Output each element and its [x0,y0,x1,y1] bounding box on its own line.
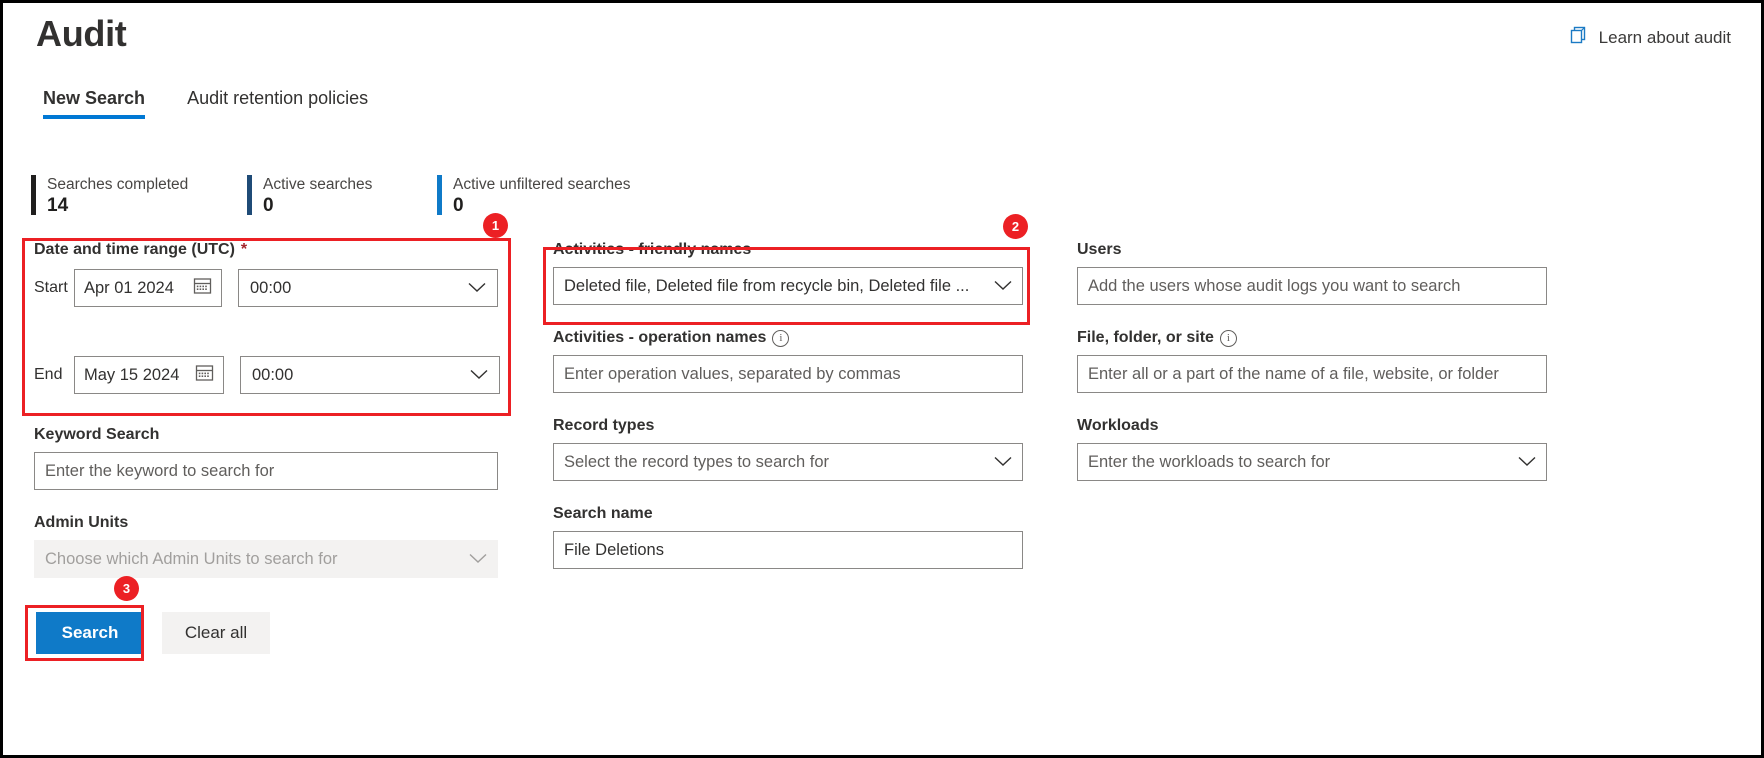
audit-page: Audit Learn about audit New Search Audit… [0,0,1764,758]
keyword-search-label: Keyword Search [34,426,504,444]
chevron-down-icon [461,550,487,569]
end-date-input[interactable]: May 15 2024 [74,356,224,394]
users-label: Users [1077,241,1547,259]
tab-list: New Search Audit retention policies [43,88,368,119]
tab-new-search[interactable]: New Search [43,88,145,119]
file-folder-site-label: File, folder, or site i [1077,329,1547,347]
form-column-middle: Activities - friendly names Deleted file… [553,241,1023,569]
activities-friendly-names-value: Deleted file, Deleted file from recycle … [564,277,969,296]
activities-operation-names-placeholder: Enter operation values, separated by com… [564,365,901,384]
stat-bar [31,175,36,215]
form-column-left: Date and time range (UTC) * Start Apr 01… [34,241,504,578]
info-icon[interactable]: i [772,330,789,347]
stat-bar [247,175,252,215]
chevron-down-icon[interactable] [1510,453,1536,472]
admin-units-placeholder: Choose which Admin Units to search for [45,550,338,569]
file-folder-site-placeholder: Enter all or a part of the name of a fil… [1088,365,1499,384]
start-date-input[interactable]: Apr 01 2024 [74,269,222,307]
record-types-group: Record types Select the record types to … [553,417,1023,481]
record-types-label: Record types [553,417,1023,435]
clear-all-button[interactable]: Clear all [162,612,270,654]
search-name-input[interactable]: File Deletions [553,531,1023,569]
calendar-icon[interactable] [193,276,212,300]
record-types-placeholder: Select the record types to search for [564,453,829,472]
stat-active-unfiltered-searches: Active unfiltered searches 0 [437,175,654,218]
stat-value: 0 [453,194,630,218]
search-name-label: Search name [553,505,1023,523]
stat-bar [437,175,442,215]
keyword-search-input[interactable]: Enter the keyword to search for [34,452,498,490]
workloads-placeholder: Enter the workloads to search for [1088,453,1330,472]
required-asterisk: * [241,241,247,259]
keyword-search-placeholder: Enter the keyword to search for [45,462,274,481]
file-folder-site-input[interactable]: Enter all or a part of the name of a fil… [1077,355,1547,393]
activities-operation-names-group: Activities - operation names i Enter ope… [553,329,1023,393]
start-time-value: 00:00 [250,279,291,298]
workloads-label: Workloads [1077,417,1547,435]
start-date-value: Apr 01 2024 [84,279,174,298]
workloads-select[interactable]: Enter the workloads to search for [1077,443,1547,481]
chevron-down-icon[interactable] [986,453,1012,472]
admin-units-group: Admin Units Choose which Admin Units to … [34,514,504,578]
start-time-select[interactable]: 00:00 [238,269,498,307]
end-time-select[interactable]: 00:00 [240,356,500,394]
file-folder-site-group: File, folder, or site i Enter all or a p… [1077,329,1547,393]
stat-label: Active searches [263,175,372,194]
stat-value: 0 [263,194,372,218]
end-label: End [34,366,74,384]
stat-searches-completed: Searches completed 14 [31,175,247,218]
pages-icon [1568,25,1589,51]
date-range-label: Date and time range (UTC) * [34,241,504,259]
tab-audit-retention-policies[interactable]: Audit retention policies [187,88,368,119]
stat-label: Searches completed [47,175,188,194]
search-name-value: File Deletions [564,541,664,560]
calendar-icon[interactable] [195,363,214,387]
activities-friendly-names-group: Activities - friendly names Deleted file… [553,241,1023,305]
activities-friendly-names-label: Activities - friendly names [553,241,1023,259]
action-buttons: Search Clear all [36,612,270,654]
learn-about-audit-link[interactable]: Learn about audit [1568,25,1731,51]
stats-row: Searches completed 14 Active searches 0 … [31,175,654,218]
activities-operation-names-label: Activities - operation names i [553,329,1023,347]
start-date-row: Start Apr 01 2024 [34,269,504,307]
stat-value: 14 [47,194,188,218]
annotation-badge-3: 3 [114,576,139,601]
date-and-time-range-group: Date and time range (UTC) * Start Apr 01… [34,241,504,401]
users-group: Users Add the users whose audit logs you… [1077,241,1547,305]
users-input[interactable]: Add the users whose audit logs you want … [1077,267,1547,305]
admin-units-select[interactable]: Choose which Admin Units to search for [34,540,498,578]
start-label: Start [34,279,74,297]
stat-label: Active unfiltered searches [453,175,630,194]
search-button[interactable]: Search [36,612,144,654]
chevron-down-icon[interactable] [470,366,488,385]
users-placeholder: Add the users whose audit logs you want … [1088,277,1460,296]
chevron-down-icon[interactable] [468,279,486,298]
end-date-row: End May 15 2024 [34,356,504,394]
page-title: Audit [36,13,126,55]
end-date-value: May 15 2024 [84,366,179,385]
admin-units-label: Admin Units [34,514,504,532]
activities-friendly-names-select[interactable]: Deleted file, Deleted file from recycle … [553,267,1023,305]
record-types-select[interactable]: Select the record types to search for [553,443,1023,481]
end-time-value: 00:00 [252,366,293,385]
search-name-group: Search name File Deletions [553,505,1023,569]
form-column-right: Users Add the users whose audit logs you… [1077,241,1547,481]
activities-operation-names-input[interactable]: Enter operation values, separated by com… [553,355,1023,393]
chevron-down-icon[interactable] [986,277,1012,296]
info-icon[interactable]: i [1220,330,1237,347]
annotation-badge-2: 2 [1003,214,1028,239]
learn-about-audit-label: Learn about audit [1599,28,1731,48]
keyword-search-group: Keyword Search Enter the keyword to sear… [34,426,504,490]
stat-active-searches: Active searches 0 [247,175,437,218]
workloads-group: Workloads Enter the workloads to search … [1077,417,1547,481]
